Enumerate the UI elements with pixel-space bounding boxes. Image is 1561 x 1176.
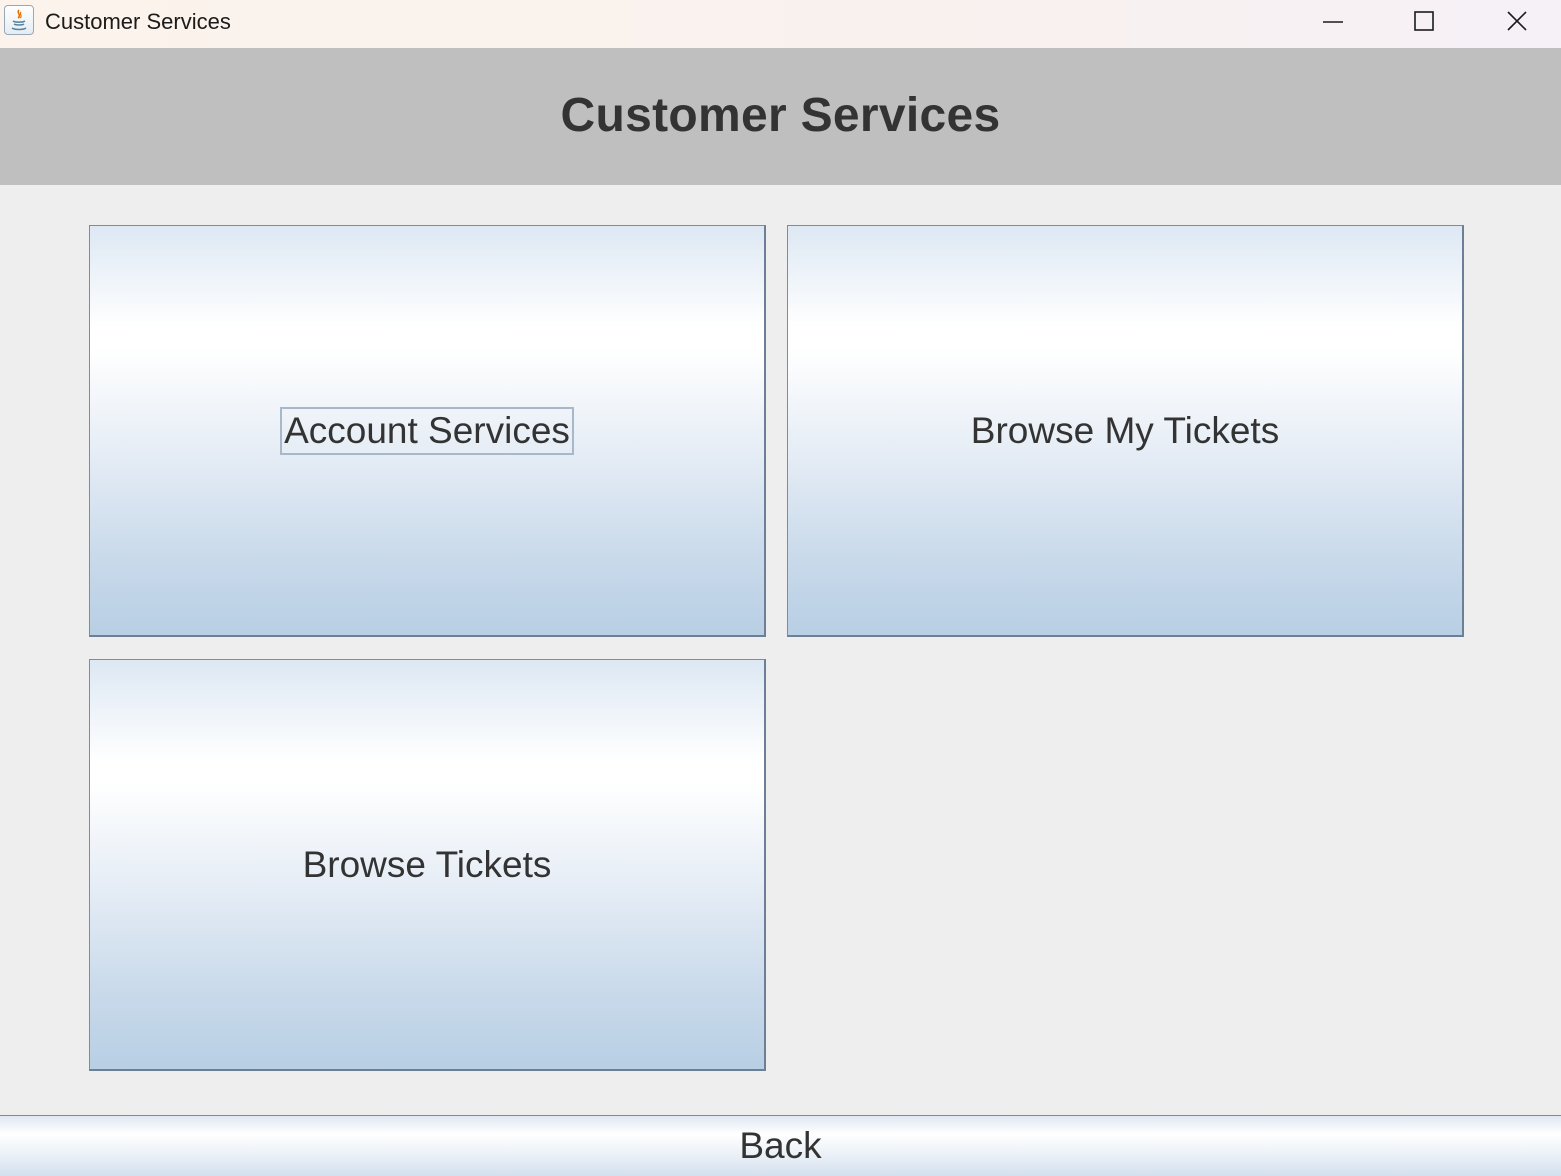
window-title: Customer Services — [45, 9, 231, 34]
title-bar: Customer Services — [0, 0, 1561, 48]
page-title: Customer Services — [560, 89, 1001, 142]
browse-tickets-button[interactable]: Browse Tickets — [89, 659, 766, 1071]
header-banner: Customer Services — [0, 48, 1561, 185]
account-services-button[interactable]: Account Services — [89, 225, 766, 637]
back-label: Back — [739, 1125, 822, 1166]
account-services-label: Account Services — [280, 406, 574, 455]
browse-my-tickets-label: Browse My Tickets — [970, 409, 1280, 451]
minimize-button[interactable] — [1303, 0, 1363, 42]
back-button[interactable]: Back — [0, 1115, 1561, 1176]
close-button[interactable] — [1487, 0, 1547, 42]
minimize-icon — [1323, 21, 1343, 23]
java-icon — [4, 5, 34, 35]
maximize-button[interactable] — [1394, 0, 1454, 42]
close-icon — [1507, 11, 1527, 31]
customer-services-window: Customer Services Customer Services Acco… — [0, 0, 1561, 1176]
browse-my-tickets-button[interactable]: Browse My Tickets — [787, 225, 1464, 637]
maximize-icon — [1414, 11, 1434, 31]
browse-tickets-label: Browse Tickets — [302, 843, 552, 885]
